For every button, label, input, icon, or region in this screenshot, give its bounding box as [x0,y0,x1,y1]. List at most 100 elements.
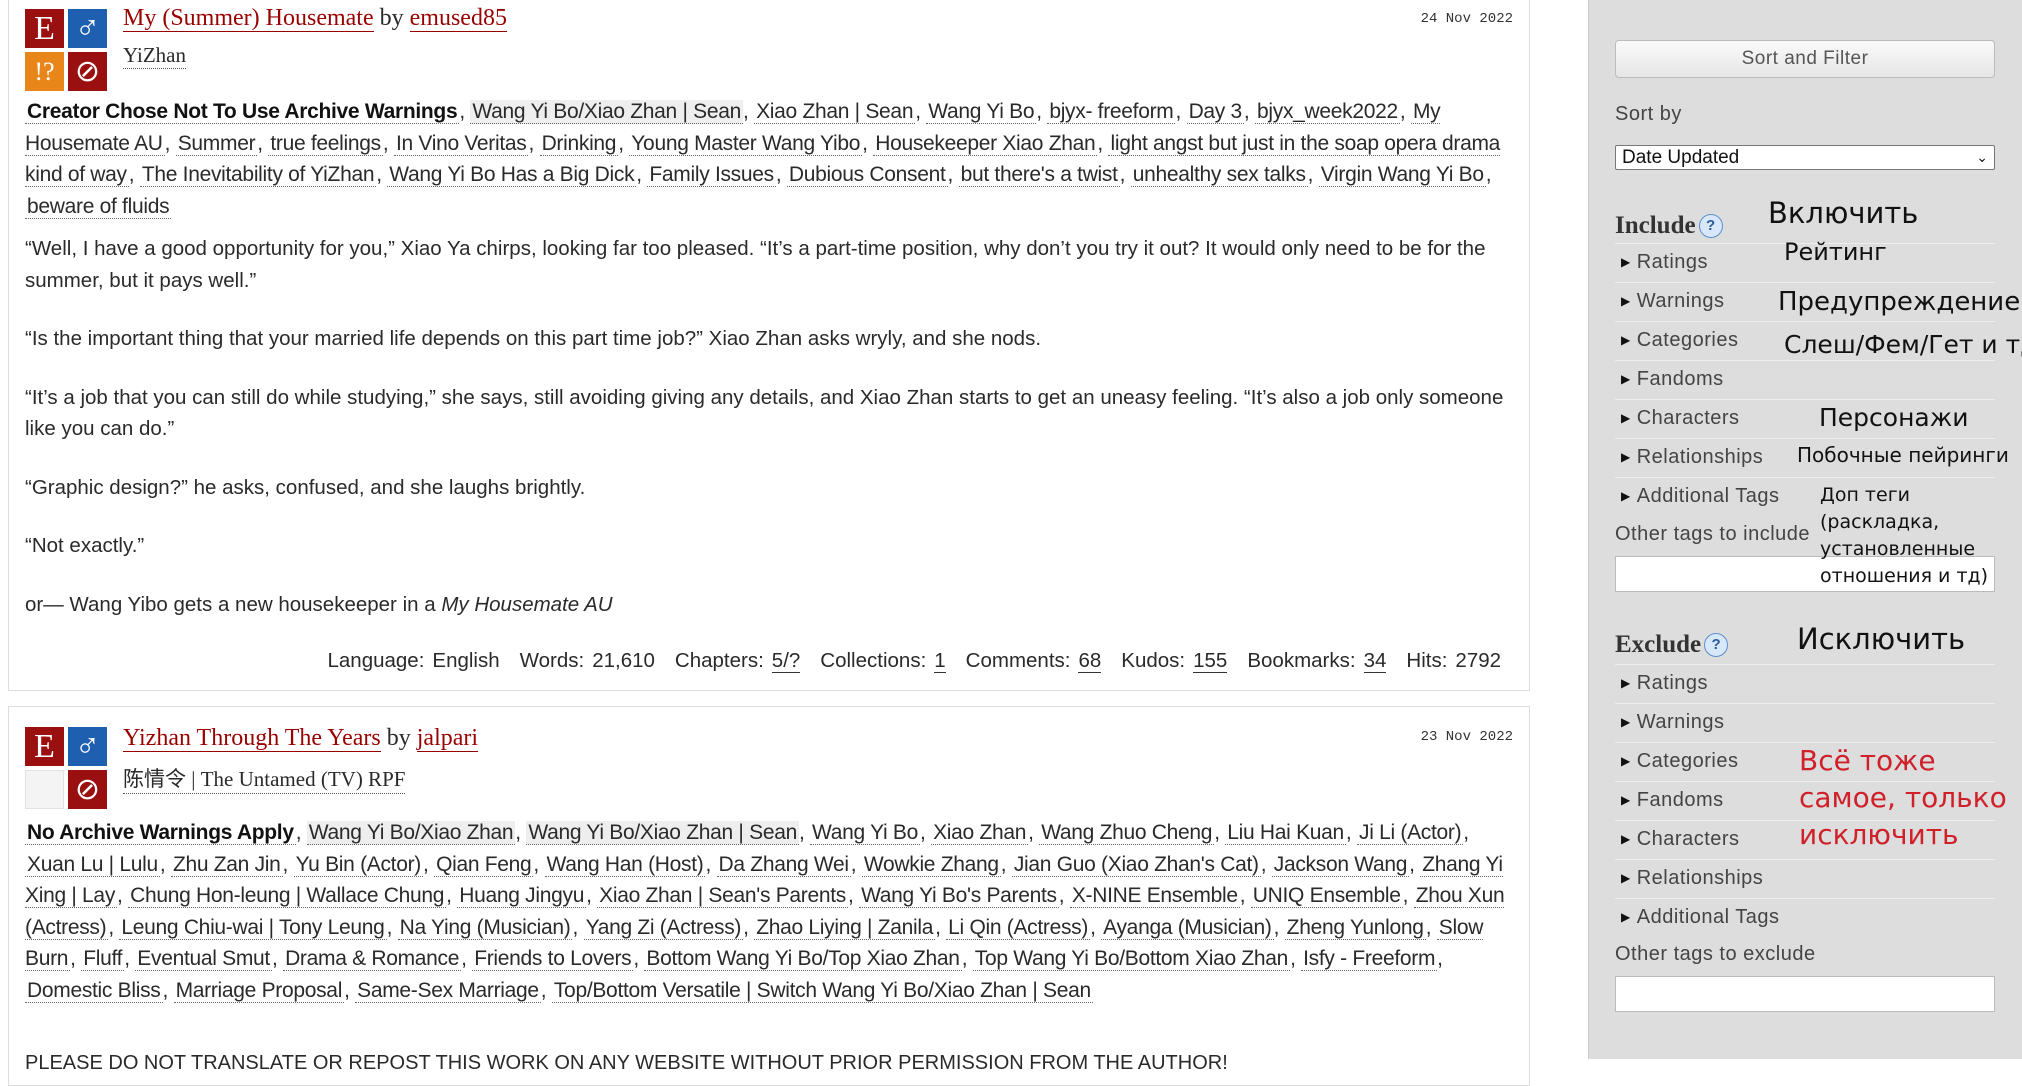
tag-link[interactable]: The Inevitability of YiZhan [139,163,377,187]
tag-separator: , [1402,884,1414,907]
tag-link[interactable]: Wang Yi Bo [926,100,1037,124]
work-title-link[interactable]: Yizhan Through The Years [123,725,381,752]
tag-link[interactable]: Yang Zi (Actress) [583,915,744,940]
tag-link[interactable]: Housekeeper Xiao Zhan [873,131,1098,156]
tag-link[interactable]: Leung Chiu-wai | Tony Leung [119,915,387,940]
tag-link[interactable]: bjyx_week2022 [1255,100,1400,124]
other-tags-exclude-input[interactable] [1615,976,1995,1012]
tag-link[interactable]: Wang Zhuo Cheng [1039,821,1215,845]
tag-link[interactable]: Wang Yi Bo Has a Big Dick [387,163,637,187]
help-icon[interactable]: ? [1698,214,1723,238]
category-mm-icon[interactable]: ♂ [68,727,107,766]
tag-link[interactable]: Top/Bottom Versatile | Switch Wang Yi Bo… [551,978,1093,1003]
relationship-tag[interactable]: Wang Yi Bo/Xiao Zhan | Sean [470,100,744,124]
rating-explicit-icon[interactable]: E [25,727,64,766]
sort-by-select[interactable]: Date Updated ⌄ [1615,145,1995,170]
tag-link[interactable]: but there's a twist [958,163,1120,187]
warning-tag[interactable]: Creator Chose Not To Use Archive Warning… [25,100,460,124]
tag-link[interactable]: UNIQ Ensemble [1250,884,1403,908]
warning-tag[interactable]: No Archive Warnings Apply [25,821,296,845]
tag-link[interactable]: unhealthy sex talks [1130,163,1308,187]
tag-link[interactable]: Marriage Proposal [173,978,345,1003]
stat-value[interactable]: 68 [1078,649,1102,673]
fandom-link[interactable]: 陈情令 | The Untamed (TV) RPF [123,763,406,794]
tag-link[interactable]: Bottom Wang Yi Bo/Top Xiao Zhan [644,947,962,971]
tag-link[interactable]: Domestic Bliss [25,978,163,1003]
tag-link[interactable]: Drama & Romance [283,947,462,971]
author-link[interactable]: emused85 [409,5,507,32]
tag-link[interactable]: Li Qin (Actress) [946,915,1091,940]
include-filter-fandoms[interactable]: ▶ Fandoms [1615,360,1995,399]
exclude-filter-ratings[interactable]: ▶ Ratings [1615,664,1995,703]
relationship-tag[interactable]: Wang Yi Bo/Xiao Zhan [306,821,516,845]
tag-link[interactable]: Virgin Wang Yi Bo [1318,163,1486,187]
no-warnings-icon[interactable] [25,770,64,809]
rating-explicit-icon[interactable]: E [25,9,64,48]
author-link[interactable]: jalpari [416,725,479,752]
tag-link[interactable]: Wang Yi Bo's Parents [859,884,1059,908]
tag-link[interactable]: Top Wang Yi Bo/Bottom Xiao Zhan [972,947,1291,971]
help-icon[interactable]: ? [1704,633,1729,657]
work-in-progress-icon[interactable]: ⊘ [68,52,107,91]
tag-separator: , [459,100,471,123]
stat-value[interactable]: 155 [1193,649,1228,673]
tag-link[interactable]: Huang Jingyu [457,884,587,908]
stat-value[interactable]: 34 [1363,649,1387,673]
tag-link[interactable]: Fluff [81,947,125,971]
filter-label: Additional Tags [1636,906,1780,928]
tag-link[interactable]: Xiao Zhan [931,821,1029,845]
work-title-link[interactable]: My (Summer) Housemate [123,5,374,32]
tag-link[interactable]: true feelings [268,131,383,156]
tag-link[interactable]: Chung Hon-leung | Wallace Chung [128,884,447,908]
tag-link[interactable]: Xiao Zhan | Sean's Parents [597,884,848,908]
tag-separator: , [461,947,473,970]
tag-separator: , [935,915,947,939]
filter-label: Warnings [1636,290,1725,312]
tag-link[interactable]: Zhao Liying | Zanila [754,915,936,940]
tag-link[interactable]: Zheng Yunlong [1284,915,1426,940]
tag-link[interactable]: Young Master Wang Yibo [629,131,863,156]
fandom-link[interactable]: YiZhan [123,43,186,69]
tag-link[interactable]: Drinking [539,131,619,156]
tag-link[interactable]: Ayanga (Musician) [1101,915,1274,940]
annotation-additional: Доп теги (раскладка, установленные отнош… [1820,482,1988,590]
exclude-filter-additional-tags[interactable]: ▶ Additional Tags [1615,898,1995,937]
tag-link[interactable]: Jackson Wang [1271,852,1410,877]
tag-link[interactable]: beware of fluids [25,194,172,219]
tag-link[interactable]: Zhu Zan Jin [170,852,283,877]
tag-link[interactable]: Friends to Lovers [472,947,634,971]
tag-link[interactable]: Yu Bin (Actor) [293,852,423,877]
work-complete-icon[interactable]: ⊘ [68,770,107,809]
category-mm-icon[interactable]: ♂ [68,9,107,48]
tag-link[interactable]: Na Ying (Musician) [397,915,573,940]
tag-link[interactable]: Wang Han (Host) [544,852,706,877]
tag-link[interactable]: Liu Hai Kuan [1225,821,1346,845]
tag-link[interactable]: Eventual Smut [135,947,272,971]
warning-choose-not-icon[interactable]: !? [25,52,64,91]
tag-link[interactable]: Xuan Lu | Lulu [25,852,160,877]
tag-link[interactable]: In Vino Veritas [393,131,529,156]
tag-link[interactable]: Wang Yi Bo [810,821,920,845]
tag-link[interactable]: Da Zhang Wei [716,852,851,877]
tag-link[interactable]: Same-Sex Marriage [355,978,541,1003]
exclude-filter-relationships[interactable]: ▶ Relationships [1615,859,1995,898]
tag-link[interactable]: Jian Guo (Xiao Zhan's Cat) [1011,852,1261,877]
tag-separator: , [1290,947,1302,970]
tag-link[interactable]: Qian Feng [434,852,534,877]
tag-link[interactable]: Xiao Zhan | Sean [754,100,916,124]
tag-link[interactable]: Ji Li (Actor) [1357,821,1464,845]
exclude-filter-warnings[interactable]: ▶ Warnings [1615,703,1995,742]
tag-link[interactable]: Day 3 [1186,100,1244,124]
tag-link[interactable]: Family Issues [647,163,776,187]
tag-link[interactable]: Wowkie Zhang [861,852,1001,877]
sort-and-filter-button[interactable]: Sort and Filter [1615,40,1995,78]
tag-link[interactable]: Dubious Consent [786,163,948,187]
stat-value[interactable]: 1 [934,649,946,673]
stat-value[interactable]: 5/? [771,649,801,673]
tag-link[interactable]: X-NINE Ensemble [1069,884,1240,908]
tag-link[interactable]: Summer [175,131,258,156]
tag-link[interactable]: Isfy - Freeform [1301,947,1438,971]
tag-link[interactable]: bjyx- freeform [1047,100,1176,124]
annotation-relationships: Побочные пейринги [1797,443,2009,467]
relationship-tag[interactable]: Wang Yi Bo/Xiao Zhan | Sean [526,821,799,845]
